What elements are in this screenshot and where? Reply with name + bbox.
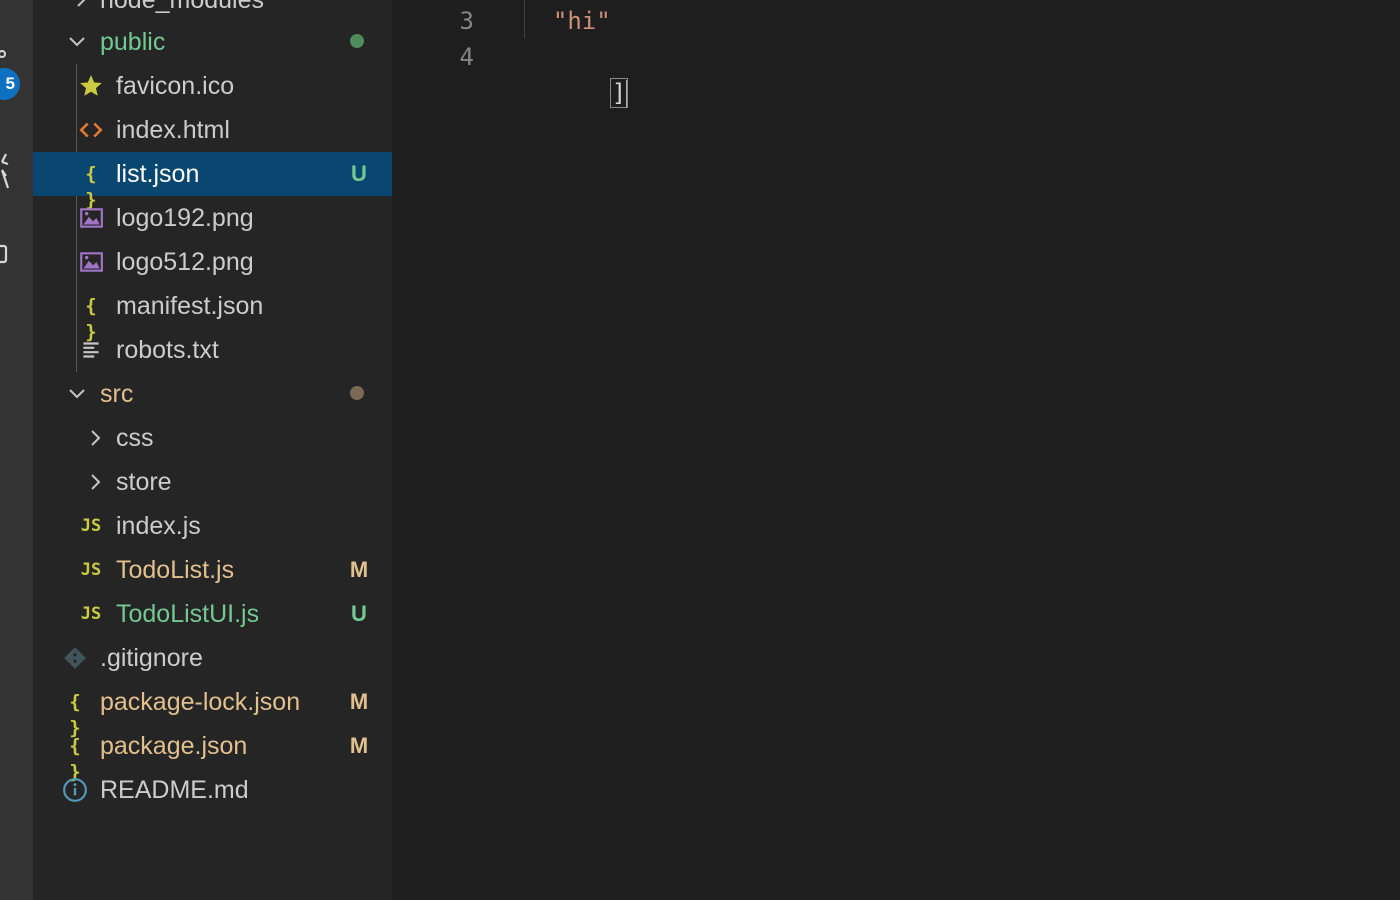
tree-item-todolistui-js[interactable]: JS TodoListUI.js U bbox=[33, 592, 392, 636]
explorer-sidebar: node_modules public favicon.ico index.html… bbox=[33, 0, 392, 900]
git-status-badge: U bbox=[351, 161, 367, 186]
activity-bar: 5 bbox=[0, 0, 33, 900]
tree-item-label: README.md bbox=[100, 776, 249, 804]
tree-item-label: store bbox=[116, 468, 172, 496]
tree-item-logo192-png[interactable]: logo192.png bbox=[33, 196, 392, 240]
chevron-right-icon bbox=[91, 474, 101, 490]
tree-item-label: logo512.png bbox=[116, 248, 254, 276]
tree-item-todolist-js[interactable]: JS TodoList.js M bbox=[33, 548, 392, 592]
tree-item-src[interactable]: src bbox=[33, 372, 392, 416]
tree-item-label: favicon.ico bbox=[116, 72, 235, 100]
git-icon bbox=[62, 645, 88, 671]
json-icon: { } bbox=[69, 691, 81, 739]
tree-item-label: node_modules bbox=[100, 0, 265, 14]
js-icon: JS bbox=[80, 516, 102, 536]
js-icon: JS bbox=[80, 560, 102, 580]
tree-item-gitignore[interactable]: .gitignore bbox=[33, 636, 392, 680]
line-number: 4 bbox=[459, 43, 474, 71]
tree-item-readme-md[interactable]: README.md bbox=[33, 768, 392, 812]
tree-item-label: index.js bbox=[116, 512, 201, 540]
chevron-right-icon bbox=[91, 430, 101, 446]
tree-item-robots-txt[interactable]: robots.txt bbox=[33, 328, 392, 372]
star-icon bbox=[78, 73, 104, 99]
line-number: 3 bbox=[459, 7, 474, 35]
text-cursor bbox=[626, 80, 629, 108]
code-editor[interactable]: 3 "hi" 4 ] bbox=[392, 0, 1400, 900]
json-icon: { } bbox=[69, 735, 81, 783]
tree-item-label: package.json bbox=[100, 732, 248, 760]
tree-item-list-json[interactable]: { } list.json U bbox=[33, 152, 392, 211]
tree-item-label: logo192.png bbox=[116, 204, 254, 232]
tree-item-label: TodoList.js bbox=[116, 556, 235, 584]
git-status-badge: M bbox=[349, 733, 369, 758]
tree-item-package-lock-json[interactable]: { } package-lock.json M bbox=[33, 680, 392, 739]
git-status-badge: U bbox=[351, 601, 367, 626]
image-icon bbox=[78, 205, 104, 231]
tree-item-store[interactable]: store bbox=[33, 460, 392, 504]
tree-item-package-json[interactable]: { } package.json M bbox=[33, 724, 392, 783]
json-icon: { } bbox=[85, 163, 97, 211]
git-status-badge: M bbox=[349, 557, 369, 582]
chevron-down-icon bbox=[69, 389, 85, 399]
tree-item-node_modules[interactable]: node_modules bbox=[33, 0, 392, 22]
extensions-icon[interactable] bbox=[0, 242, 10, 266]
html-icon bbox=[78, 117, 104, 143]
tree-item-label: css bbox=[116, 424, 154, 452]
tree-item-label: public bbox=[100, 28, 166, 56]
json-icon: { } bbox=[85, 295, 97, 343]
modified-dot bbox=[350, 34, 364, 48]
chevron-right-icon bbox=[77, 0, 86, 7]
info-icon bbox=[62, 777, 88, 803]
text-file-icon bbox=[78, 337, 104, 363]
image-icon bbox=[78, 249, 104, 275]
modified-dot bbox=[350, 386, 364, 400]
tree-item-label: list.json bbox=[116, 160, 200, 188]
matched-bracket: ] bbox=[609, 78, 629, 108]
tree-item-favicon-ico[interactable]: favicon.ico bbox=[33, 64, 392, 108]
tree-item-manifest-json[interactable]: { } manifest.json bbox=[33, 284, 392, 343]
tree-item-label: robots.txt bbox=[116, 336, 219, 364]
tree-item-css[interactable]: css bbox=[33, 416, 392, 460]
tree-item-label: index.html bbox=[116, 116, 230, 144]
vscode-window: 5 node_modules public favicon.ico index.ht… bbox=[0, 0, 1400, 900]
code-line: "hi" bbox=[524, 7, 611, 35]
tree-item-label: .gitignore bbox=[100, 644, 203, 672]
chevron-down-icon bbox=[69, 37, 85, 47]
git-status-badge: M bbox=[349, 689, 369, 714]
js-icon: JS bbox=[80, 604, 102, 624]
tree-item-index-js[interactable]: JS index.js bbox=[33, 504, 392, 548]
tree-item-public[interactable]: public bbox=[33, 20, 392, 64]
code-line: ] bbox=[524, 39, 629, 108]
source-control-badge: 5 bbox=[0, 68, 20, 100]
tree-item-logo512-png[interactable]: logo512.png bbox=[33, 240, 392, 284]
tree-item-label: manifest.json bbox=[116, 292, 264, 320]
tree-item-index-html[interactable]: index.html bbox=[33, 108, 392, 152]
tree-item-label: TodoListUI.js bbox=[116, 600, 260, 628]
tree-item-label: src bbox=[100, 380, 134, 408]
tree-item-label: package-lock.json bbox=[100, 688, 301, 716]
debug-icon[interactable] bbox=[0, 150, 10, 192]
